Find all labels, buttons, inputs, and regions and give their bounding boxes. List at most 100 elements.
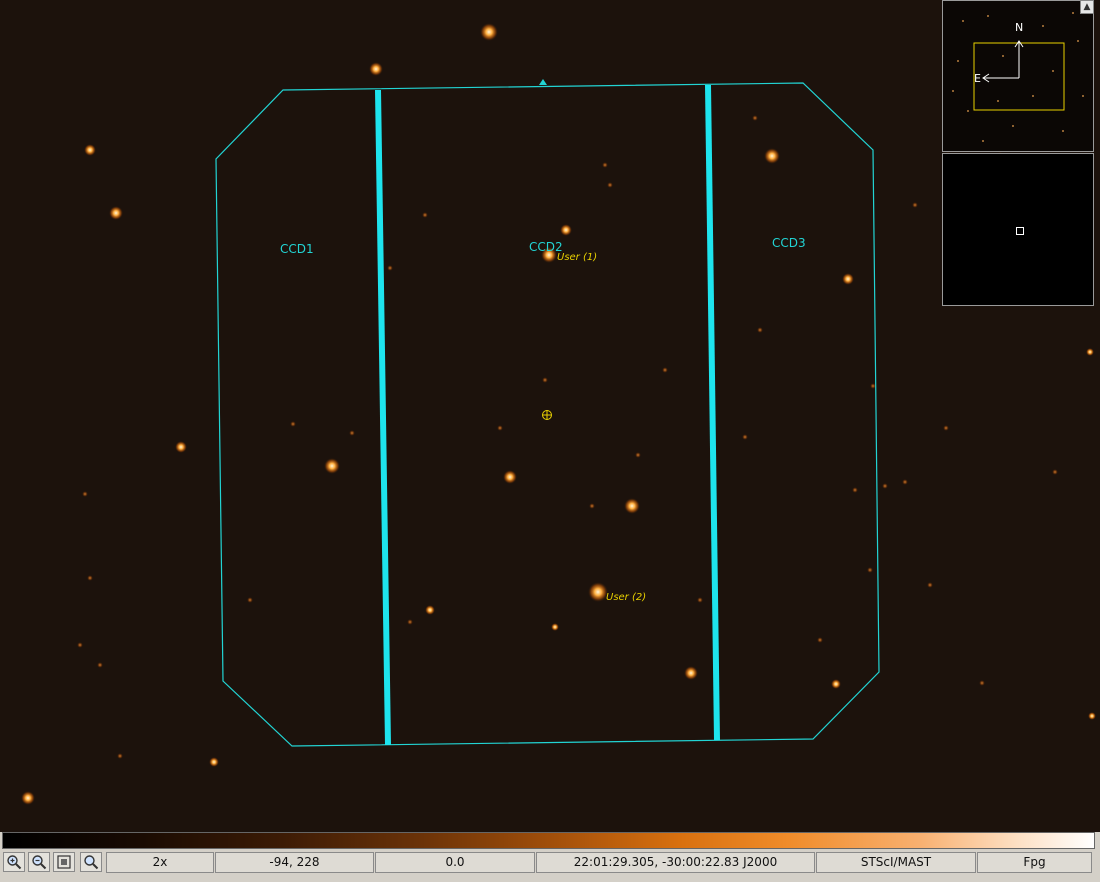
panner-star — [1042, 25, 1044, 27]
star — [175, 441, 187, 453]
ccd-gap-1 — [375, 89, 391, 746]
pixel-value: 0.0 — [375, 852, 535, 873]
panner-star — [1002, 55, 1004, 57]
faint-star — [882, 483, 888, 489]
zoom-fit-icon — [57, 855, 71, 869]
ccd3-label: CCD3 — [772, 236, 806, 250]
star — [831, 679, 841, 689]
faint-star — [117, 753, 123, 759]
faint-star — [742, 434, 748, 440]
panner-star — [962, 20, 964, 22]
zoom-out-icon — [32, 855, 47, 870]
star — [684, 666, 698, 680]
wcs-coords: 22:01:29.305, -30:00:22.83 J2000 — [536, 852, 815, 873]
star — [842, 273, 854, 285]
faint-star — [387, 265, 393, 271]
faint-star — [542, 377, 548, 383]
panner-star — [1072, 12, 1074, 14]
faint-star — [247, 597, 253, 603]
zoom-actual-button[interactable] — [80, 852, 102, 872]
target-marker[interactable] — [542, 410, 552, 420]
panner-star — [1052, 70, 1054, 72]
status-bar: 2x -94, 228 0.0 22:01:29.305, -30:00:22.… — [0, 850, 1100, 882]
pixel-coords: -94, 228 — [215, 852, 374, 873]
user-marker-1-label[interactable]: User (1) — [557, 252, 597, 263]
faint-star — [607, 182, 613, 188]
faint-star — [422, 212, 428, 218]
star — [209, 757, 219, 767]
faint-star — [817, 637, 823, 643]
star — [84, 144, 96, 156]
star — [425, 605, 435, 615]
star — [480, 23, 498, 41]
panner-star — [1012, 125, 1014, 127]
panner-star — [1062, 130, 1064, 132]
zoom-in-button[interactable] — [3, 852, 25, 872]
star — [21, 791, 35, 805]
colorbar[interactable] — [2, 832, 1095, 849]
zoom-out-button[interactable] — [28, 852, 50, 872]
faint-star — [97, 662, 103, 668]
panner-star — [957, 60, 959, 62]
star — [1088, 712, 1096, 720]
star — [1086, 348, 1094, 356]
faint-star — [902, 479, 908, 485]
east-label: E — [974, 72, 981, 85]
faint-star — [662, 367, 668, 373]
star-field — [21, 23, 1096, 805]
faint-star — [589, 503, 595, 509]
faint-star — [82, 491, 88, 497]
faint-star — [927, 582, 933, 588]
faint-star — [867, 567, 873, 573]
faint-star — [697, 597, 703, 603]
panner-star — [982, 140, 984, 142]
panner-view[interactable]: N E — [942, 0, 1094, 152]
panner-overlay: N E — [952, 12, 1084, 142]
star — [764, 148, 780, 164]
panner-scroll-up-button[interactable]: ▲ — [1080, 0, 1094, 14]
panner-star — [1082, 95, 1084, 97]
faint-star — [407, 619, 413, 625]
user-marker-2-label[interactable]: User (2) — [606, 592, 646, 603]
faint-star — [290, 421, 296, 427]
panner-star — [952, 90, 954, 92]
star — [588, 582, 608, 602]
faint-star — [635, 452, 641, 458]
aperture-orientation-marker[interactable] — [539, 79, 547, 85]
panner-star — [997, 100, 999, 102]
image-band: Fpg — [977, 852, 1092, 873]
faint-star — [602, 162, 608, 168]
faint-star — [77, 642, 83, 648]
magnifier-view — [942, 153, 1094, 306]
panner-star — [1032, 95, 1034, 97]
sky-overlay — [21, 23, 1096, 805]
faint-star — [1052, 469, 1058, 475]
image-source: STScI/MAST — [816, 852, 976, 873]
faint-star — [943, 425, 949, 431]
compass-icon — [982, 40, 1024, 83]
star — [551, 623, 559, 631]
panner-star — [1077, 40, 1079, 42]
star — [369, 62, 383, 76]
faint-star — [912, 202, 918, 208]
ccd1-label: CCD1 — [280, 242, 314, 256]
faint-star — [979, 680, 985, 686]
star — [324, 458, 340, 474]
zoom-in-icon — [7, 855, 22, 870]
star — [624, 498, 640, 514]
north-label: N — [1015, 21, 1023, 34]
ccd-gap-2 — [705, 84, 720, 741]
star — [109, 206, 123, 220]
faint-star — [757, 327, 763, 333]
zoom-fit-button[interactable] — [53, 852, 75, 872]
faint-star — [752, 115, 758, 121]
zoom-level: 2x — [106, 852, 214, 873]
star — [503, 470, 517, 484]
faint-star — [349, 430, 355, 436]
faint-star — [852, 487, 858, 493]
panner-star — [987, 15, 989, 17]
magnifier-cursor-box — [1016, 227, 1024, 235]
sky-image[interactable]: CCD1 CCD2 CCD3 User (1) User (2) — [0, 0, 1100, 832]
zoom-actual-icon — [84, 855, 99, 870]
star — [560, 224, 572, 236]
